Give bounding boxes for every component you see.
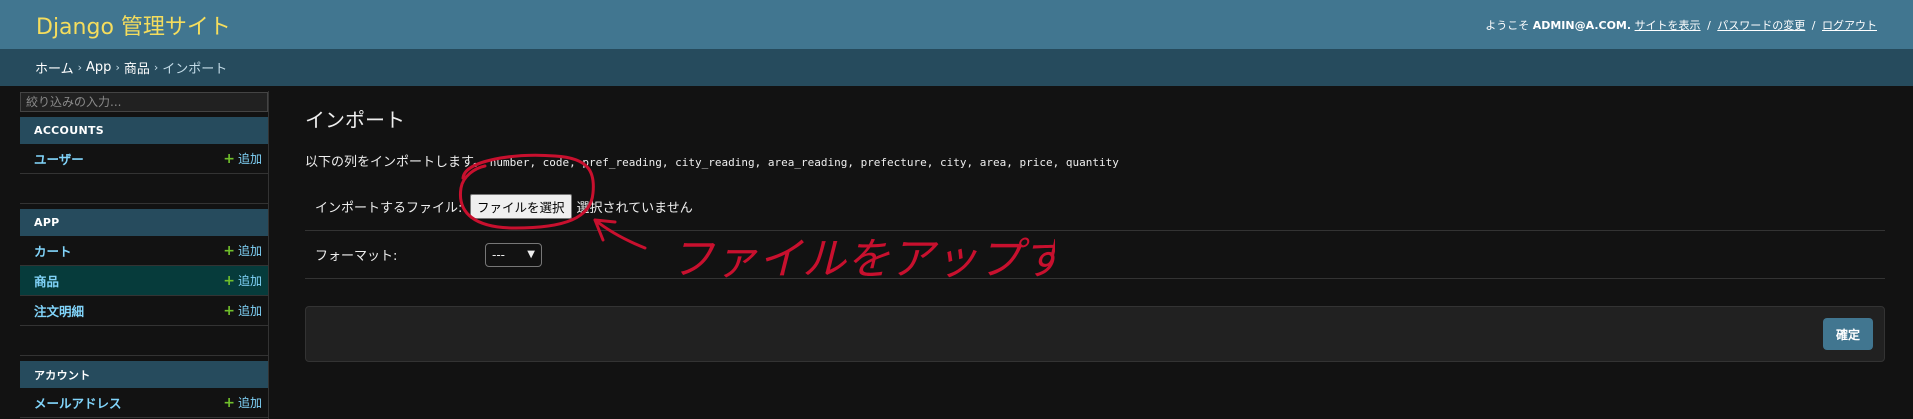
plus-icon: + xyxy=(223,273,235,289)
sidebar-item-users[interactable]: ユーザー + 追加 xyxy=(20,144,268,174)
add-cart-button[interactable]: + 追加 xyxy=(223,242,262,259)
file-field-row: インポートするファイル: ファイルを選択 選択されていません xyxy=(305,183,1885,231)
import-columns: number, code, pref_reading, city_reading… xyxy=(489,156,1119,169)
add-label: 追加 xyxy=(237,274,262,288)
main-content: インポート 以下の列をインポートします。 number, code, pref_r… xyxy=(305,86,1885,362)
add-email-address-button[interactable]: + 追加 xyxy=(223,394,262,411)
model-link[interactable]: メールアドレス xyxy=(34,393,122,412)
module-spacer xyxy=(20,326,268,356)
plus-icon: + xyxy=(223,243,235,259)
change-password-link[interactable]: パスワードの変更 xyxy=(1717,19,1805,32)
breadcrumb-model[interactable]: 商品 xyxy=(124,58,150,77)
format-field-label: フォーマット: xyxy=(315,249,398,264)
sidebar-item-cart[interactable]: カート + 追加 xyxy=(20,236,268,266)
sidebar-item-product[interactable]: 商品 + 追加 xyxy=(20,266,268,296)
add-user-button[interactable]: + 追加 xyxy=(223,150,262,167)
breadcrumb-separator: › xyxy=(115,61,120,74)
help-text-label: 以下の列をインポートします。 xyxy=(305,155,486,170)
add-order-detail-button[interactable]: + 追加 xyxy=(223,302,262,319)
view-site-link[interactable]: サイトを表示 xyxy=(1635,19,1701,32)
model-link[interactable]: カート xyxy=(34,241,72,260)
submit-row: 確定 xyxy=(305,306,1885,362)
format-selected-value: --- xyxy=(492,247,505,262)
module-caption[interactable]: APP xyxy=(20,209,268,236)
chevron-down-icon: ▼ xyxy=(527,249,535,260)
file-status-text: 選択されていません xyxy=(576,201,693,216)
add-label: 追加 xyxy=(237,244,262,258)
add-product-button[interactable]: + 追加 xyxy=(223,272,262,289)
site-header: Django 管理サイト ようこそ ADMIN@A.COM. サイトを表示 / … xyxy=(0,0,1913,49)
module-account: アカウント メールアドレス + 追加 xyxy=(20,361,268,418)
file-field-label: インポートするファイル: xyxy=(315,201,463,216)
module-caption[interactable]: アカウント xyxy=(20,361,268,388)
breadcrumb-separator: › xyxy=(77,61,83,74)
sidebar-item-order-detail[interactable]: 注文明細 + 追加 xyxy=(20,296,268,326)
plus-icon: + xyxy=(223,395,235,411)
nav-filter-input[interactable] xyxy=(20,92,268,112)
breadcrumb-current: インポート xyxy=(162,62,228,77)
breadcrumb-app[interactable]: App xyxy=(86,60,111,75)
model-link[interactable]: ユーザー xyxy=(34,149,84,168)
add-label: 追加 xyxy=(237,304,262,318)
module-caption[interactable]: ACCOUNTS xyxy=(20,117,268,144)
nav-sidebar: ACCOUNTS ユーザー +追加 APP カート +追加 商品 +追加 注文明… xyxy=(20,91,269,419)
site-brand[interactable]: Django 管理サイト xyxy=(36,9,231,41)
model-link[interactable]: 商品 xyxy=(34,271,59,290)
format-select[interactable]: --- ▼ xyxy=(485,242,542,267)
user-tools: ようこそ ADMIN@A.COM. サイトを表示 / パスワードの変更 / ログ… xyxy=(1485,17,1877,33)
separator: / xyxy=(1811,18,1816,32)
breadcrumb: ホーム › App › 商品 › インポート xyxy=(0,49,1913,86)
module-accounts: ACCOUNTS ユーザー + 追加 xyxy=(20,117,268,204)
module-app: APP カート + 追加 商品 + 追加 注文明細 + 追加 xyxy=(20,209,268,356)
submit-button[interactable]: 確定 xyxy=(1822,318,1873,350)
welcome-text: ようこそ xyxy=(1485,18,1530,32)
breadcrumb-separator: › xyxy=(153,61,159,74)
username: ADMIN@A.COM. xyxy=(1532,18,1632,32)
choose-file-button[interactable]: ファイルを選択 xyxy=(470,194,572,219)
sidebar-item-email-address[interactable]: メールアドレス + 追加 xyxy=(20,388,268,418)
plus-icon: + xyxy=(223,151,235,167)
breadcrumb-home[interactable]: ホーム xyxy=(35,58,74,77)
format-field-row: フォーマット: --- ▼ xyxy=(305,231,1885,279)
model-link[interactable]: 注文明細 xyxy=(34,301,84,320)
separator: / xyxy=(1707,18,1711,32)
add-label: 追加 xyxy=(237,396,262,410)
plus-icon: + xyxy=(223,303,235,319)
add-label: 追加 xyxy=(237,152,262,166)
module-spacer xyxy=(20,174,268,204)
logout-link[interactable]: ログアウト xyxy=(1822,19,1877,32)
page-title: インポート xyxy=(305,108,405,132)
import-help-text: 以下の列をインポートします。 number, code, pref_reading… xyxy=(305,151,1885,170)
